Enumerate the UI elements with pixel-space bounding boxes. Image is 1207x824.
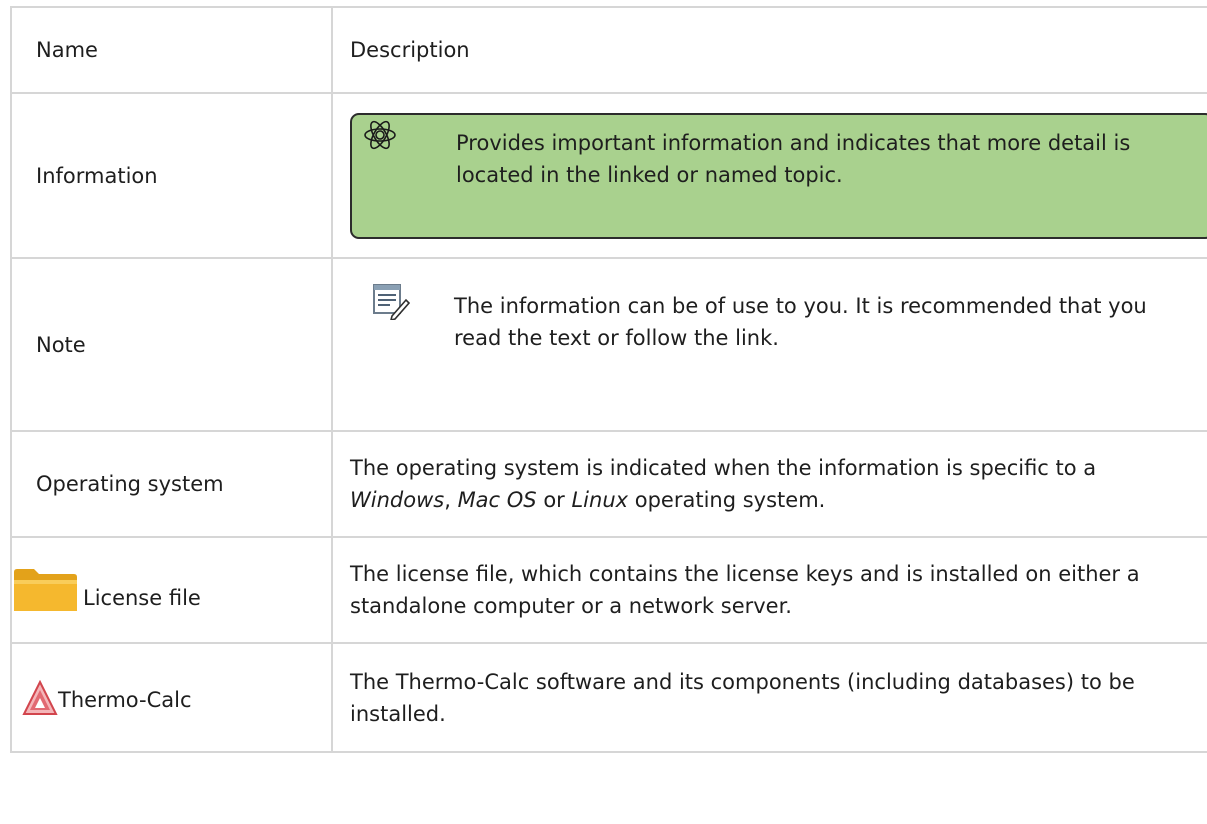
row-description: Provides important information and indic… [456,130,1131,187]
table-row: License file The license file, which con… [10,536,1207,644]
header-name: Name [10,6,333,94]
table-row: Thermo-Calc The Thermo-Calc software and… [10,642,1207,753]
header-description: Description [331,6,1207,94]
note-callout: The information can be of use to you. It… [350,280,1207,410]
row-name: License file [83,586,201,610]
row-name: Operating system [10,430,333,538]
os-linux: Linux [571,488,629,512]
table-row: Information Provides important informati… [10,92,1207,259]
row-name: Note [10,257,333,432]
row-name: Information [10,92,333,259]
information-callout: Provides important information and indic… [350,112,1207,239]
note-pencil-icon [372,282,411,321]
atom-icon [362,117,398,153]
row-description: The information can be of use to you. It… [454,293,1147,350]
os-windows: Windows [350,488,445,512]
thermo-calc-logo-icon [22,679,58,716]
row-description: The license file, which contains the lic… [331,536,1207,644]
row-description: The Thermo-Calc software and its compone… [331,642,1207,753]
row-name: Thermo-Calc [58,687,192,712]
os-mac: Mac OS [457,488,537,512]
header-row: Name Description [10,6,1207,94]
row-description: The operating system is indicated when t… [331,430,1207,538]
conventions-table: Name Description Information Provides im… [10,6,1207,753]
table-row: Note The information can be of use to yo… [10,257,1207,432]
table-row: Operating system The operating system is… [10,430,1207,538]
folder-icon [12,566,79,614]
